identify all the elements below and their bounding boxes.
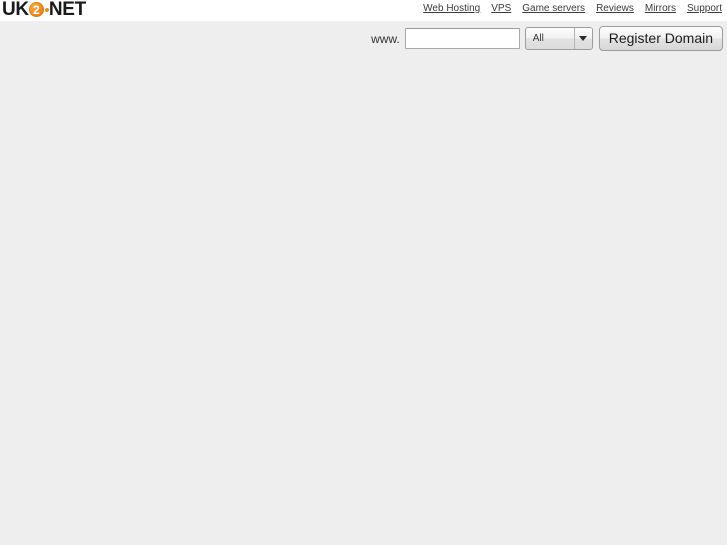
chevron-down-icon: [579, 36, 588, 41]
domain-search-form: www. All Register Domain: [371, 26, 723, 51]
nav-item-web-hosting[interactable]: Web Hosting: [423, 3, 480, 15]
site-header: UK 2 NET Web Hosting VPS Game servers Re…: [0, 0, 727, 21]
logo-circle-two-icon: 2: [28, 2, 44, 17]
logo-dot-icon: [44, 7, 49, 12]
site-logo[interactable]: UK 2 NET: [2, 0, 86, 20]
logo-text-suffix: NET: [48, 0, 86, 20]
logo-mark-digit: 2: [33, 2, 40, 17]
register-domain-button[interactable]: Register Domain: [598, 26, 723, 51]
nav-item-mirrors[interactable]: Mirrors: [645, 3, 676, 15]
www-prefix-label: www.: [371, 31, 400, 46]
tld-select[interactable]: All: [524, 27, 593, 50]
nav-item-reviews[interactable]: Reviews: [596, 3, 634, 15]
tld-dropdown-button[interactable]: [573, 28, 592, 49]
tld-select-value: All: [532, 32, 544, 44]
nav-item-support[interactable]: Support: [687, 3, 722, 15]
logo-text-prefix: UK: [2, 0, 29, 20]
nav-item-game-servers[interactable]: Game servers: [522, 3, 585, 15]
nav-item-vps[interactable]: VPS: [491, 3, 511, 15]
page-content-area: [0, 21, 727, 545]
domain-name-input[interactable]: [404, 28, 520, 49]
primary-nav: Web Hosting VPS Game servers Reviews Mir…: [423, 3, 722, 15]
